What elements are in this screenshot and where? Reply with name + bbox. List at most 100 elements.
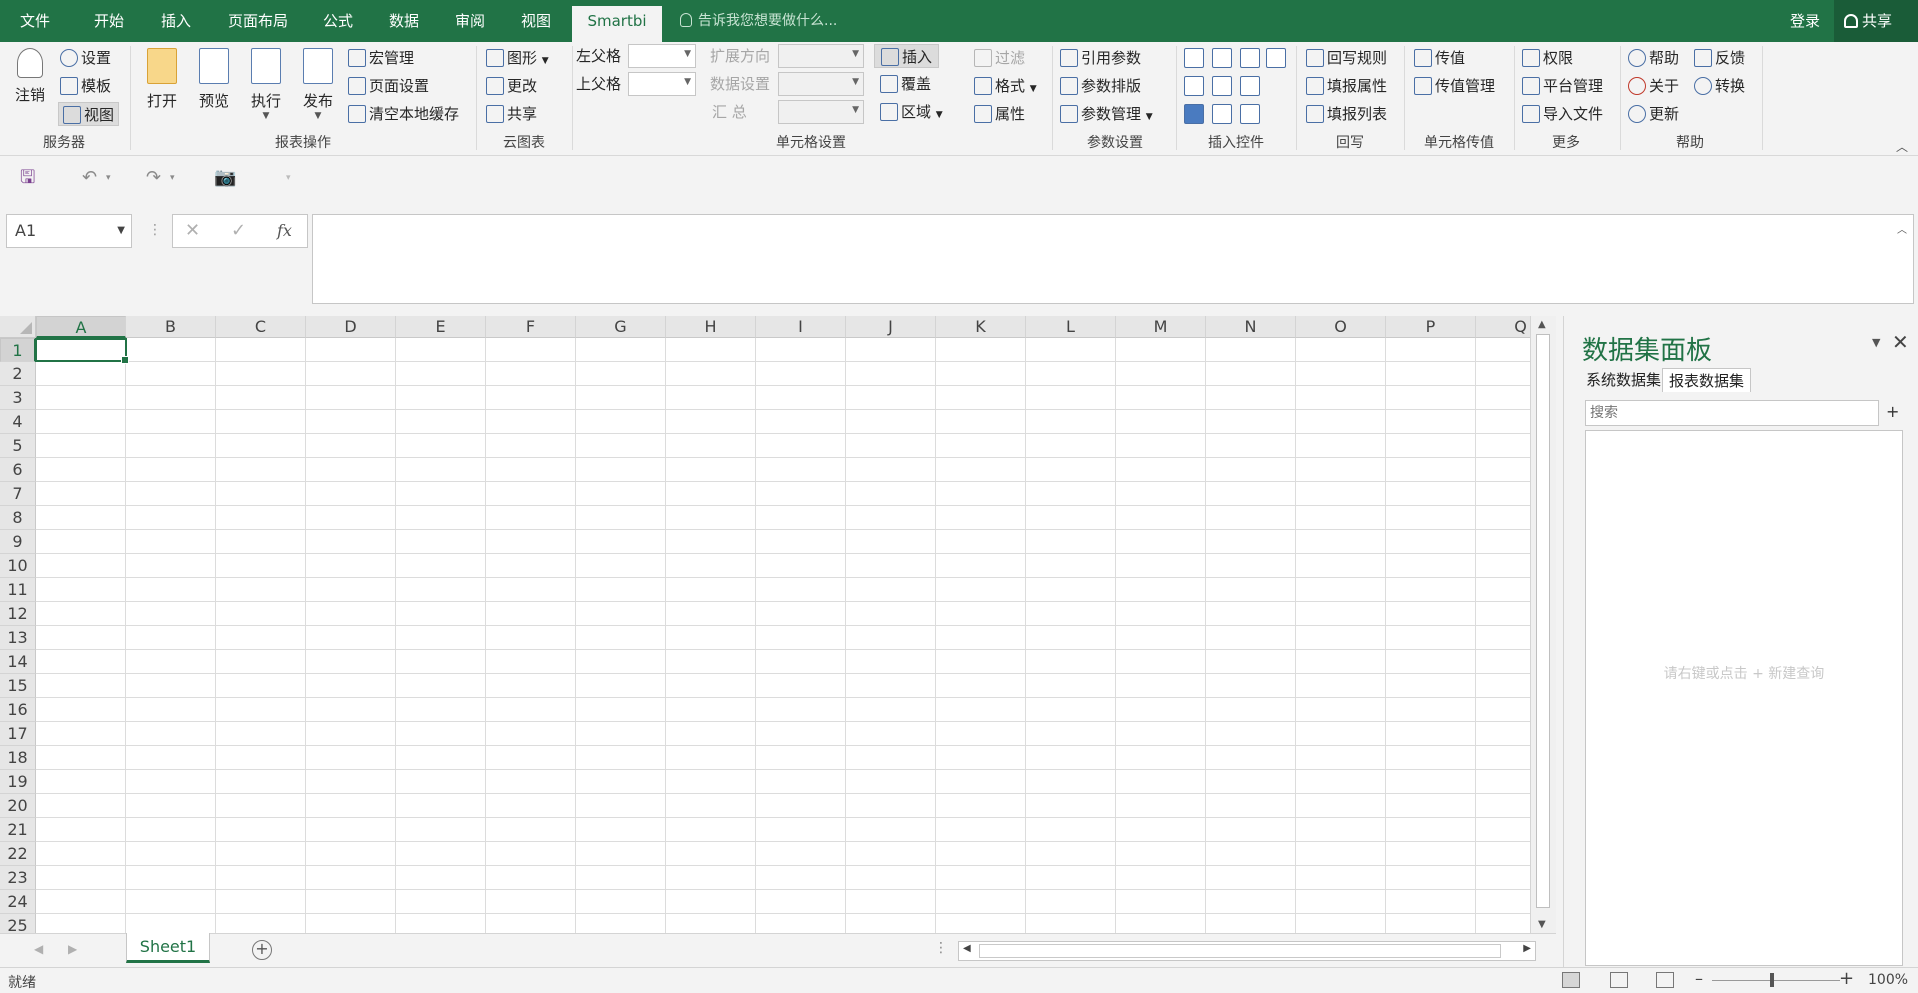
collapse-formula-bar-icon[interactable]: ︿ <box>1897 221 1907 236</box>
tab-review[interactable]: 审阅 <box>440 0 500 42</box>
tab-view[interactable]: 视图 <box>506 0 566 42</box>
view-toggle-button[interactable]: 视图 <box>58 102 120 126</box>
insert-mode-button[interactable]: 插入 <box>874 44 940 68</box>
tab-smartbi[interactable]: Smartbi <box>572 6 662 42</box>
collapse-ribbon-icon[interactable]: ︿ <box>1896 138 1908 155</box>
tab-page-layout[interactable]: 页面布局 <box>214 0 302 42</box>
area-button[interactable]: 区域 ▼ <box>880 100 943 124</box>
link-ctrl-icon[interactable] <box>1212 104 1232 124</box>
row-header-7[interactable]: 7 <box>0 482 36 506</box>
change-chart-button[interactable]: 更改 <box>486 74 537 98</box>
select-all-corner[interactable] <box>0 316 36 338</box>
help-button[interactable]: 帮助 <box>1628 46 1679 70</box>
tab-data[interactable]: 数据 <box>374 0 434 42</box>
filter-button[interactable]: 过滤 <box>974 46 1025 70</box>
preview-button[interactable]: 预览 <box>190 46 238 126</box>
dataset-search-input[interactable] <box>1585 400 1879 426</box>
column-header-l[interactable]: L <box>1026 316 1116 338</box>
column-header-e[interactable]: E <box>396 316 486 338</box>
pass-mgmt-button[interactable]: 传值管理 <box>1414 74 1495 98</box>
dropdown-tree-ctrl-icon[interactable] <box>1184 48 1204 68</box>
checkbox-ctrl-icon[interactable] <box>1184 104 1204 124</box>
column-header-f[interactable]: F <box>486 316 576 338</box>
row-header-19[interactable]: 19 <box>0 770 36 794</box>
list-ctrl-icon[interactable] <box>1240 48 1260 68</box>
row-header-10[interactable]: 10 <box>0 554 36 578</box>
dataset-list[interactable]: 请右键或点击 + 新建查询 <box>1585 430 1903 966</box>
row-header-4[interactable]: 4 <box>0 410 36 434</box>
redo-icon[interactable]: ↷ <box>146 167 161 189</box>
vertical-scrollbar[interactable]: ▲ ▼ <box>1530 316 1556 933</box>
open-button[interactable]: 打开 <box>138 46 186 126</box>
formula-input[interactable]: ︿ <box>312 214 1914 304</box>
add-sheet-icon[interactable]: + <box>252 940 272 960</box>
tab-formulas[interactable]: 公式 <box>308 0 368 42</box>
tab-home[interactable]: 开始 <box>78 0 140 42</box>
sheet-tab-sheet1[interactable]: Sheet1 <box>126 933 210 963</box>
tab-insert[interactable]: 插入 <box>146 0 206 42</box>
import-file-button[interactable]: 导入文件 <box>1522 102 1603 126</box>
horizontal-scroll-thumb[interactable] <box>979 944 1501 958</box>
undo-icon[interactable]: ↶ <box>82 167 97 189</box>
column-header-c[interactable]: C <box>216 316 306 338</box>
save-icon[interactable]: 🖫 <box>20 167 35 189</box>
column-header-p[interactable]: P <box>1386 316 1476 338</box>
platform-mgmt-button[interactable]: 平台管理 <box>1522 74 1603 98</box>
scroll-down-icon[interactable]: ▼ <box>1538 919 1546 930</box>
column-header-n[interactable]: N <box>1206 316 1296 338</box>
column-header-k[interactable]: K <box>936 316 1026 338</box>
formula-bar-grip-icon[interactable]: ⋮ <box>148 222 162 238</box>
prev-sheet-icon[interactable]: ◀ <box>34 942 43 956</box>
zoom-slider[interactable] <box>1712 980 1840 981</box>
summary-select[interactable]: ▼ <box>778 100 864 124</box>
tree-ctrl-icon[interactable] <box>1212 76 1232 96</box>
normal-view-icon[interactable] <box>1562 972 1580 988</box>
expand-direction-select[interactable]: ▼ <box>778 44 864 68</box>
row-header-12[interactable]: 12 <box>0 602 36 626</box>
listbox-ctrl-icon[interactable] <box>1184 76 1204 96</box>
spreadsheet-grid[interactable]: ABCDEFGHIJKLMNOPQ 1 2 3 4 5 6 7 8 9 10 11 12 13 14 15 1… <box>0 316 1556 933</box>
param-mgmt-button[interactable]: 参数管理 ▼ <box>1060 102 1153 126</box>
ref-param-button[interactable]: 引用参数 <box>1060 46 1141 70</box>
page-layout-view-icon[interactable] <box>1610 972 1628 988</box>
login-button[interactable]: 登录 <box>1790 0 1820 42</box>
cell-area[interactable] <box>36 338 1530 933</box>
row-header-25[interactable]: 25 <box>0 914 36 933</box>
share-chart-button[interactable]: 共享 <box>486 102 537 126</box>
scroll-up-icon[interactable]: ▲ <box>1538 319 1546 330</box>
fill-list-button[interactable]: 填报列表 <box>1306 102 1387 126</box>
row-header-1[interactable]: 1 <box>0 338 36 362</box>
row-header-20[interactable]: 20 <box>0 794 36 818</box>
confirm-entry-icon[interactable]: ✓ <box>231 215 246 247</box>
tab-report-dataset[interactable]: 报表数据集 <box>1662 368 1752 392</box>
permission-button[interactable]: 权限 <box>1522 46 1573 70</box>
writeback-rules-button[interactable]: 回写规则 <box>1306 46 1387 70</box>
column-header-h[interactable]: H <box>666 316 756 338</box>
zoom-out-icon[interactable]: – <box>1695 969 1703 988</box>
logout-button[interactable]: 注销 <box>6 46 54 126</box>
close-icon[interactable]: ✕ <box>1892 330 1909 354</box>
param-layout-button[interactable]: 参数排版 <box>1060 74 1141 98</box>
tell-me-box[interactable]: 告诉我您想要做什么... <box>680 10 837 32</box>
column-header-g[interactable]: G <box>576 316 666 338</box>
row-header-3[interactable]: 3 <box>0 386 36 410</box>
row-header-2[interactable]: 2 <box>0 362 36 386</box>
upper-parent-select[interactable]: ▼ <box>628 72 696 96</box>
camera-icon[interactable]: 📷 <box>214 167 236 189</box>
redo-dropdown-icon[interactable]: ▾ <box>170 167 175 189</box>
data-setting-select[interactable]: ▼ <box>778 72 864 96</box>
zoom-slider-thumb[interactable] <box>1770 973 1774 987</box>
insert-function-icon[interactable]: fx <box>277 215 292 247</box>
row-header-23[interactable]: 23 <box>0 866 36 890</box>
vertical-scroll-thumb[interactable] <box>1536 334 1550 908</box>
macro-button[interactable]: 宏管理 <box>348 46 414 70</box>
row-header-13[interactable]: 13 <box>0 626 36 650</box>
undo-dropdown-icon[interactable]: ▾ <box>106 167 111 189</box>
column-header-i[interactable]: I <box>756 316 846 338</box>
property-button[interactable]: 属性 <box>974 102 1025 126</box>
row-header-17[interactable]: 17 <box>0 722 36 746</box>
row-header-8[interactable]: 8 <box>0 506 36 530</box>
row-header-22[interactable]: 22 <box>0 842 36 866</box>
column-header-m[interactable]: M <box>1116 316 1206 338</box>
customize-qat-icon[interactable]: ▾ <box>286 167 291 189</box>
